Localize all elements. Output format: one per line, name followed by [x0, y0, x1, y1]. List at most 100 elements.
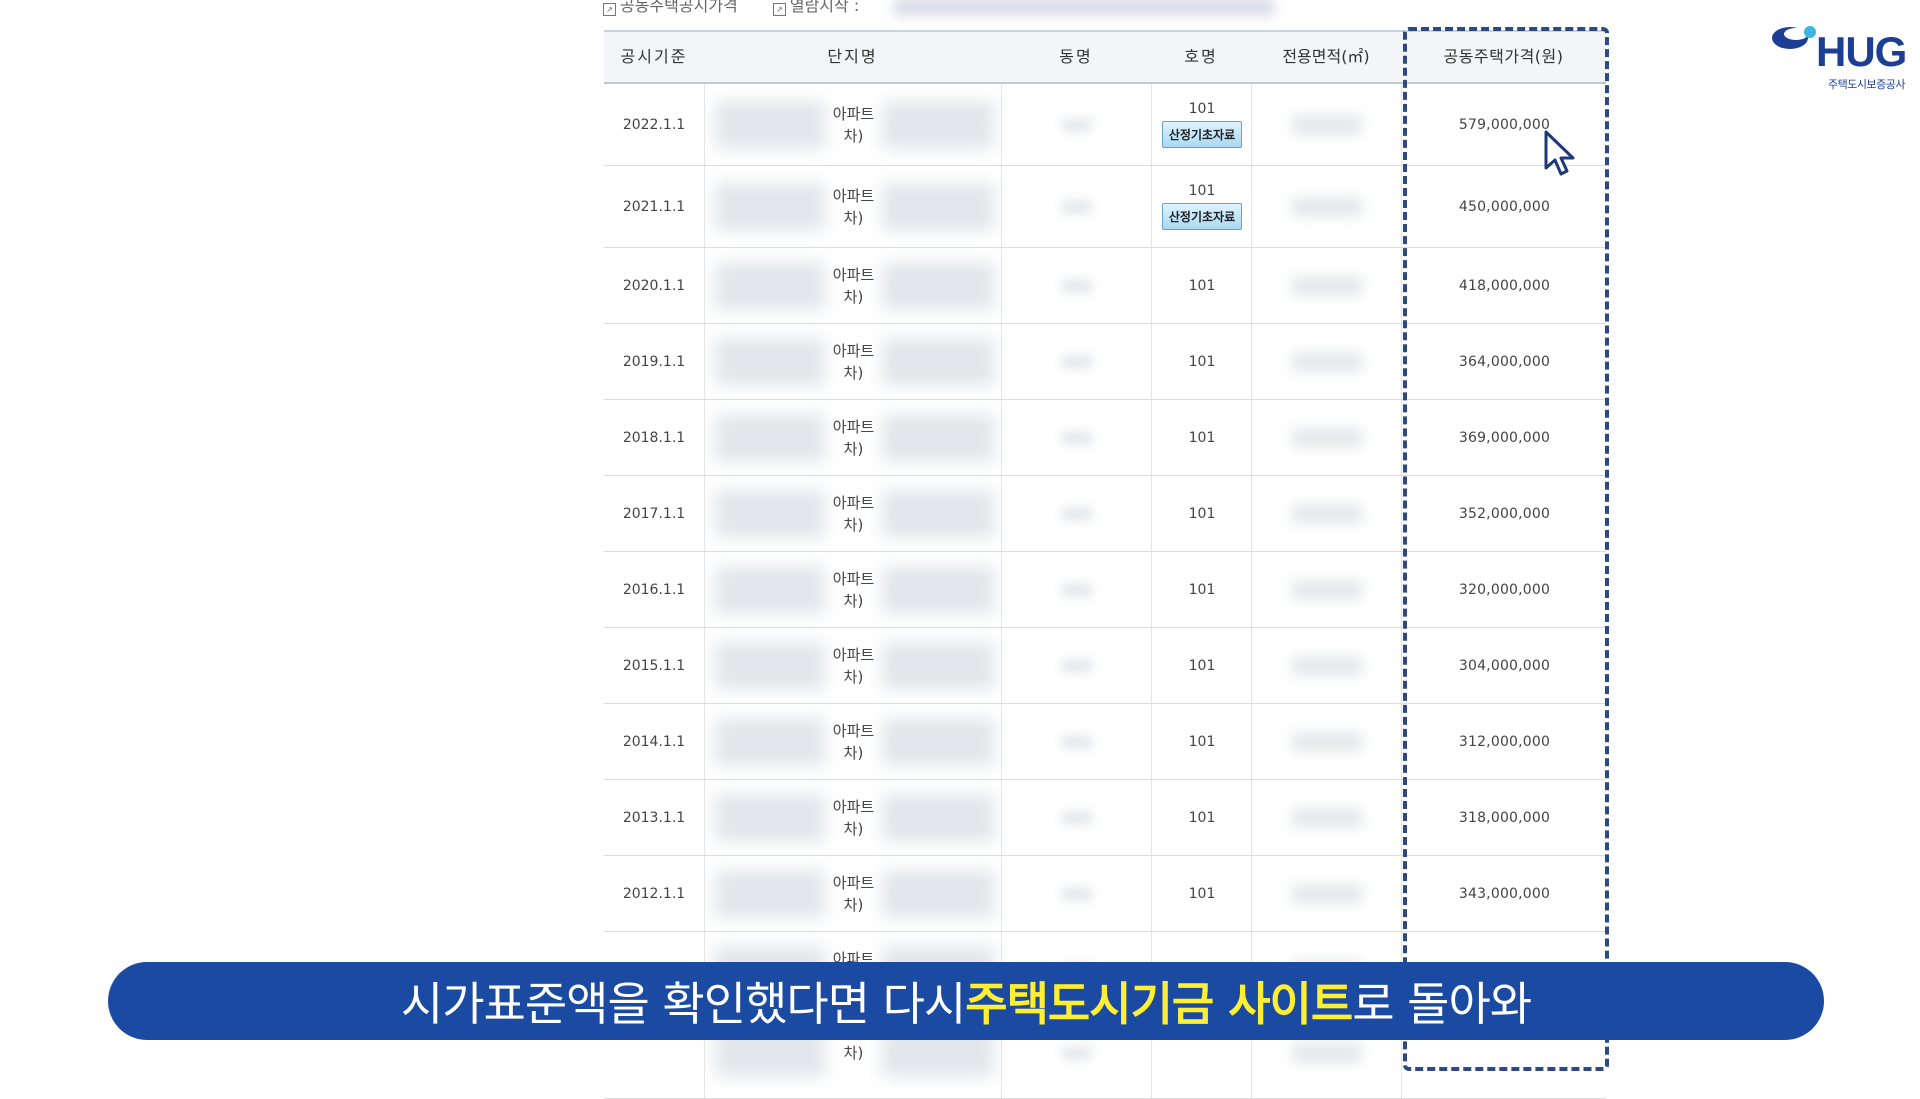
- complex-name-cell: 아파트차): [704, 628, 1002, 703]
- unit-cell: 101: [1151, 856, 1252, 931]
- blurred-building: [1062, 506, 1092, 521]
- blurred-area: [1292, 351, 1362, 372]
- blurred-area: [1292, 427, 1362, 448]
- announce-date: 2022.1.1: [622, 116, 686, 133]
- hug-logo: HUG 주택도시보증공사: [1770, 18, 1920, 91]
- building-cell: [1001, 628, 1152, 703]
- building-cell: [1001, 552, 1152, 627]
- building-cell: [1001, 166, 1152, 247]
- blurred-name: [882, 261, 994, 310]
- area-cell: [1251, 780, 1402, 855]
- blurred-name: [882, 717, 994, 766]
- housing-price: 418,000,000: [1401, 248, 1607, 323]
- housing-price: 318,000,000: [1401, 780, 1607, 855]
- complex-name-line1: 아파트: [832, 569, 875, 588]
- hug-logo-mark-icon: [1772, 26, 1816, 49]
- unit-cell: 101: [1151, 324, 1252, 399]
- blurred-name: [882, 100, 994, 149]
- unit-cell: 101 산정기초자료: [1151, 166, 1252, 247]
- link-view-start[interactable]: ↗ 열람시작 :: [772, 0, 859, 16]
- blurred-name: [715, 413, 825, 462]
- housing-price: 312,000,000: [1401, 704, 1607, 779]
- complex-name-cell: 아파트차): [704, 84, 1002, 165]
- area-cell: [1251, 628, 1402, 703]
- housing-price: 364,000,000: [1401, 324, 1607, 399]
- blurred-name: [715, 641, 825, 690]
- blurred-name: [715, 565, 825, 614]
- announce-date: 2012.1.1: [622, 885, 686, 902]
- complex-name-line1: 아파트: [832, 104, 875, 123]
- complex-name-line2: 차): [843, 895, 864, 914]
- blurred-area: [1292, 655, 1362, 676]
- unit-cell: 101: [1151, 552, 1252, 627]
- announce-date: 2017.1.1: [622, 505, 686, 522]
- housing-price: 450,000,000: [1401, 166, 1607, 247]
- complex-name-line1: 아파트: [832, 797, 875, 816]
- area-cell: [1251, 856, 1402, 931]
- unit-number: 101: [1188, 101, 1216, 117]
- basis-data-button[interactable]: 산정기초자료: [1161, 203, 1243, 230]
- building-cell: [1001, 780, 1152, 855]
- blurred-area: [1292, 503, 1362, 524]
- table-row: 2022.1.1 아파트 차) 101 산정기초자료 579,000,000: [604, 84, 1606, 166]
- area-cell: [1251, 166, 1402, 247]
- table-row: 2013.1.1 아파트 차) 101 318,000,000: [604, 780, 1606, 856]
- table-row: 2014.1.1 아파트 차) 101 312,000,000: [604, 704, 1606, 780]
- area-cell: [1251, 552, 1402, 627]
- complex-name-line2: 차): [843, 1044, 864, 1062]
- building-cell: [1001, 84, 1152, 165]
- announce-date: 2014.1.1: [622, 733, 686, 750]
- blurred-building: [1062, 199, 1092, 214]
- unit-cell: 101: [1151, 400, 1252, 475]
- complex-name-line1: 아파트: [832, 645, 875, 664]
- blurred-building: [1062, 278, 1092, 293]
- subtitle-text-before: 시가표준액을 확인했다면 다시: [400, 977, 966, 1031]
- complex-name-line2: 차): [843, 743, 864, 762]
- header-complex-name: 단지명: [827, 47, 878, 66]
- blurred-name: [882, 565, 994, 614]
- subtitle-banner: 시가표준액을 확인했다면 다시 주택도시기금 사이트 로 돌아와: [108, 962, 1824, 1040]
- housing-price: 352,000,000: [1401, 476, 1607, 551]
- complex-name-cell: 아파트차): [704, 400, 1002, 475]
- blurred-building: [1062, 658, 1092, 673]
- announce-date: 2016.1.1: [622, 581, 686, 598]
- table-header: 공시기준 단지명 동명 호명 전용면적(㎡) 공동주택가격(원): [604, 30, 1606, 84]
- blurred-building: [1062, 354, 1092, 369]
- header-unit: 호명: [1184, 47, 1218, 66]
- building-cell: [1001, 704, 1152, 779]
- unit-number: 101: [1188, 277, 1216, 294]
- external-link-icon: ↗: [772, 3, 786, 16]
- complex-name-cell: 아파트차): [704, 324, 1002, 399]
- area-cell: [1251, 248, 1402, 323]
- subtitle-highlight: 주택도시기금 사이트: [965, 977, 1353, 1031]
- blurred-name: [715, 261, 825, 310]
- announce-date: 2019.1.1: [622, 353, 686, 370]
- complex-name-line1: 아파트: [832, 493, 875, 512]
- area-cell: [1251, 476, 1402, 551]
- complex-name-line2: 차): [843, 439, 864, 458]
- table-row: 2017.1.1 아파트차) 101 352,000,000: [604, 476, 1606, 552]
- unit-number: 101: [1188, 657, 1216, 674]
- table-row: 2012.1.1 아파트 차) 101 343,000,000: [604, 856, 1606, 932]
- table-row: 2018.1.1 아파트 차) 101 369,000,000: [604, 400, 1606, 476]
- blurred-name: [882, 869, 994, 918]
- complex-name-line2: 차): [843, 515, 864, 534]
- complex-name-cell: 아파트차): [704, 704, 1002, 779]
- complex-name-line2: 차): [843, 667, 864, 686]
- basis-data-button[interactable]: 산정기초자료: [1161, 121, 1243, 148]
- blurred-area: [1292, 275, 1362, 296]
- blurred-info: [894, 0, 1275, 16]
- header-area: 전용면적(㎡): [1282, 47, 1370, 66]
- link-apartment-price[interactable]: ↗ 공동주택공시가격: [603, 0, 738, 16]
- blurred-area: [1292, 1043, 1362, 1063]
- housing-price: 369,000,000: [1401, 400, 1607, 475]
- unit-cell: 101: [1151, 476, 1252, 551]
- logo-subtitle: 주택도시보증공사: [1828, 78, 1905, 91]
- housing-price: 320,000,000: [1401, 552, 1607, 627]
- unit-number: 101: [1188, 733, 1216, 750]
- blurred-name: [715, 717, 825, 766]
- header-housing-price: 공동주택가격(원): [1443, 47, 1564, 66]
- complex-name-line2: 차): [843, 591, 864, 610]
- blurred-area: [1292, 114, 1362, 135]
- building-cell: [1001, 400, 1152, 475]
